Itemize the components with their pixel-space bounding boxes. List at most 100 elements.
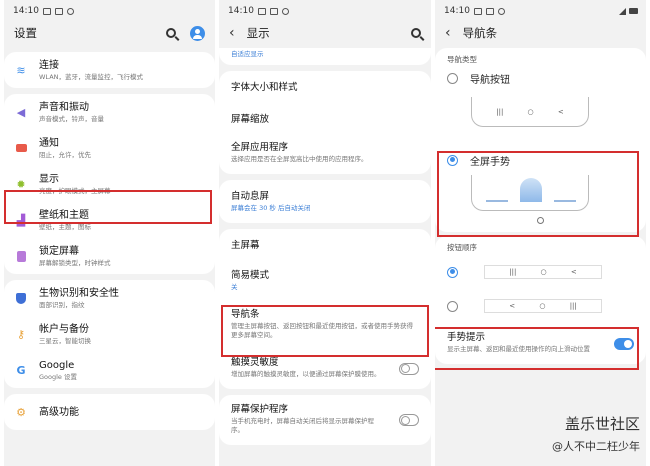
item-subtitle: 显示主屏幕、返回和最近使用操作的向上滑动位置 <box>447 345 590 353</box>
fullscreen-gestures-option[interactable]: 全屏手势 <box>435 149 646 171</box>
gesture-hint-toggle[interactable] <box>614 337 634 350</box>
item-subtitle: 三星云，智能切换 <box>39 336 91 345</box>
item-subtitle: 面部识别，指纹 <box>39 300 85 309</box>
google-icon: G <box>16 363 26 377</box>
item-title: 简易模式 <box>231 270 270 281</box>
item-title: 显示 <box>39 173 59 185</box>
display-group-screensaver: 屏幕保护程序 当手机充电时，屏幕自动关闭后将显示屏幕保护程序。 <box>219 395 431 445</box>
nav-buttons-option[interactable]: 导航按钮 <box>435 67 646 89</box>
status-bar: 14:10 <box>435 0 646 18</box>
home-icon: ○ <box>540 268 547 276</box>
screensaver-toggle[interactable] <box>399 414 419 426</box>
screensaver-item[interactable]: 屏幕保护程序 当手机充电时，屏幕自动关闭后将显示屏幕保护程序。 <box>219 395 431 445</box>
button-order-radio-1[interactable] <box>447 266 458 278</box>
home-indicator-icon <box>537 217 544 224</box>
option-label: 全屏手势 <box>470 156 510 168</box>
signal-icon <box>619 7 626 15</box>
item-title: 触摸灵敏度 <box>231 357 279 368</box>
settings-item-accounts[interactable]: ⚷ 帐户与备份 三星云，智能切换 <box>4 316 215 352</box>
settings-item-advanced[interactable]: ⚙ 高级功能 <box>4 394 215 430</box>
settings-group-accounts: 生物识别和安全性 面部识别，指纹 ⚷ 帐户与备份 三星云，智能切换 G Goog… <box>4 280 215 388</box>
settings-item-wallpaper[interactable]: ▟ 壁纸和主题 壁纸，主题，图标 <box>4 202 215 238</box>
watermark-author: @人不中二枉少年 <box>552 440 640 453</box>
font-size-item[interactable]: 字体大小和样式 <box>219 71 431 105</box>
option-label: 导航按钮 <box>470 74 510 86</box>
battery-icon <box>629 8 638 14</box>
item-subtitle: 选择应用是否在全屏宽高比中使用的应用程序。 <box>231 155 368 163</box>
status-bar: 14:10 <box>4 0 215 18</box>
recent-apps-icon: ||| <box>509 268 517 276</box>
settings-item-security[interactable]: 生物识别和安全性 面部识别，指纹 <box>4 280 215 316</box>
gesture-preview <box>471 175 589 211</box>
settings-item-lockscreen[interactable]: 锁定屏幕 屏幕解锁类型，时钟样式 <box>4 238 215 274</box>
fullscreen-gestures-radio[interactable] <box>447 154 458 166</box>
item-title: 生物识别和安全性 <box>39 287 119 299</box>
item-title: 连接 <box>39 59 59 71</box>
lock-icon <box>14 249 28 263</box>
brush-icon: ▟ <box>16 213 26 227</box>
navigation-bar-item[interactable]: 导航条 管理主屏幕按钮、返回按钮和最近使用按钮，或者使用手势获得更多屏幕空间。 <box>219 300 431 348</box>
button-order-option-2[interactable]: < ○ ||| <box>435 289 646 323</box>
item-subtitle: 管理主屏幕按钮、返回按钮和最近使用按钮，或者使用手势获得更多屏幕空间。 <box>231 322 413 339</box>
fullscreen-apps-item[interactable]: 全屏应用程序 选择应用是否在全屏宽高比中使用的应用程序。 <box>219 137 431 174</box>
gesture-hint-item[interactable]: 手势提示 显示主屏幕、返回和最近使用操作的向上滑动位置 <box>435 323 646 364</box>
button-order-preview-1: ||| ○ < <box>484 265 602 279</box>
settings-item-google[interactable]: G Google Google 设置 <box>4 352 215 388</box>
item-title: 手势提示 <box>447 332 486 343</box>
back-arrow-icon[interactable]: ‹ <box>445 25 451 41</box>
touch-sensitivity-item[interactable]: 触摸灵敏度 增加屏幕的触摸灵敏度，以便通过屏幕保护膜使用。 <box>219 348 431 389</box>
item-subtitle: 声音模式，铃声，音量 <box>39 114 104 123</box>
search-icon[interactable] <box>411 28 421 38</box>
settings-item-sound[interactable]: ◀ 声音和振动 声音模式，铃声，音量 <box>4 94 215 130</box>
item-subtitle: 壁纸，主题，图标 <box>39 222 91 231</box>
nav-type-label: 导航类型 <box>447 55 477 64</box>
nav-type-card: 导航类型 导航按钮 ||| ○ < 全屏手势 <box>435 48 646 232</box>
gallery-status-icon <box>42 7 51 15</box>
status-time: 14:10 <box>228 6 254 16</box>
settings-item-display[interactable]: ✹ 显示 亮度，护眼模式，主屏幕 <box>4 166 215 202</box>
settings-panel: 14:10 设置 ≋ 连接 WLAN，蓝牙，流量监控，飞行模式 ◀ 声音和振动 … <box>4 0 215 466</box>
image-status-icon <box>485 7 494 15</box>
status-time: 14:10 <box>13 6 39 16</box>
key-icon: ⚷ <box>16 327 26 341</box>
status-right <box>619 7 638 15</box>
gesture-swipe-indicator <box>520 178 542 202</box>
settings-item-notifications[interactable]: 通知 阻止，允许，优先 <box>4 130 215 166</box>
item-title: 导航条 <box>231 309 260 320</box>
navbar-header: ‹ 导航条 <box>435 18 646 48</box>
gear-icon: ⚙ <box>16 405 26 419</box>
search-icon[interactable] <box>166 28 176 38</box>
home-icon: ○ <box>539 302 546 310</box>
button-order-option-1[interactable]: ||| ○ < <box>435 255 646 289</box>
item-subtitle: Google 设置 <box>39 372 77 381</box>
page-title: 导航条 <box>462 26 498 40</box>
adaptive-display-item[interactable]: 自适应显示 <box>219 48 431 65</box>
item-title: 全屏应用程序 <box>231 142 289 153</box>
image-status-icon <box>269 7 278 15</box>
display-group-timeout: 自动息屏 屏幕会在 30 秒 后自动关闭 <box>219 180 431 223</box>
item-title: 帐户与备份 <box>39 323 89 335</box>
navigation-bar-panel: 14:10 ‹ 导航条 导航类型 导航按钮 ||| ○ < 全屏手势 按钮顺序 … <box>435 0 646 466</box>
screen-zoom-item[interactable]: 屏幕缩放 <box>219 105 431 137</box>
touch-sensitivity-toggle[interactable] <box>399 362 419 375</box>
back-icon: < <box>570 268 577 276</box>
easy-mode-item[interactable]: 简易模式 关 <box>219 263 431 300</box>
home-screen-item[interactable]: 主屏幕 <box>219 229 431 263</box>
screen-timeout-item[interactable]: 自动息屏 屏幕会在 30 秒 后自动关闭 <box>219 180 431 223</box>
button-order-preview-2: < ○ ||| <box>484 299 602 313</box>
settings-item-connections[interactable]: ≋ 连接 WLAN，蓝牙，流量监控，飞行模式 <box>4 52 215 88</box>
app-status-icon <box>281 7 289 15</box>
back-icon: < <box>557 107 564 116</box>
button-order-radio-2[interactable] <box>447 300 458 312</box>
back-arrow-icon[interactable]: ‹ <box>229 25 235 41</box>
nav-buttons-radio[interactable] <box>447 72 458 84</box>
item-title: Google <box>39 359 75 371</box>
app-status-icon <box>497 7 505 15</box>
item-title: 高级功能 <box>39 406 79 418</box>
profile-icon[interactable] <box>190 25 205 41</box>
recent-apps-icon: ||| <box>569 302 577 310</box>
item-subtitle: 阻止，允许，优先 <box>39 150 91 159</box>
item-title: 壁纸和主题 <box>39 209 89 221</box>
settings-header: 设置 <box>4 18 215 48</box>
brightness-icon: ✹ <box>16 177 26 191</box>
